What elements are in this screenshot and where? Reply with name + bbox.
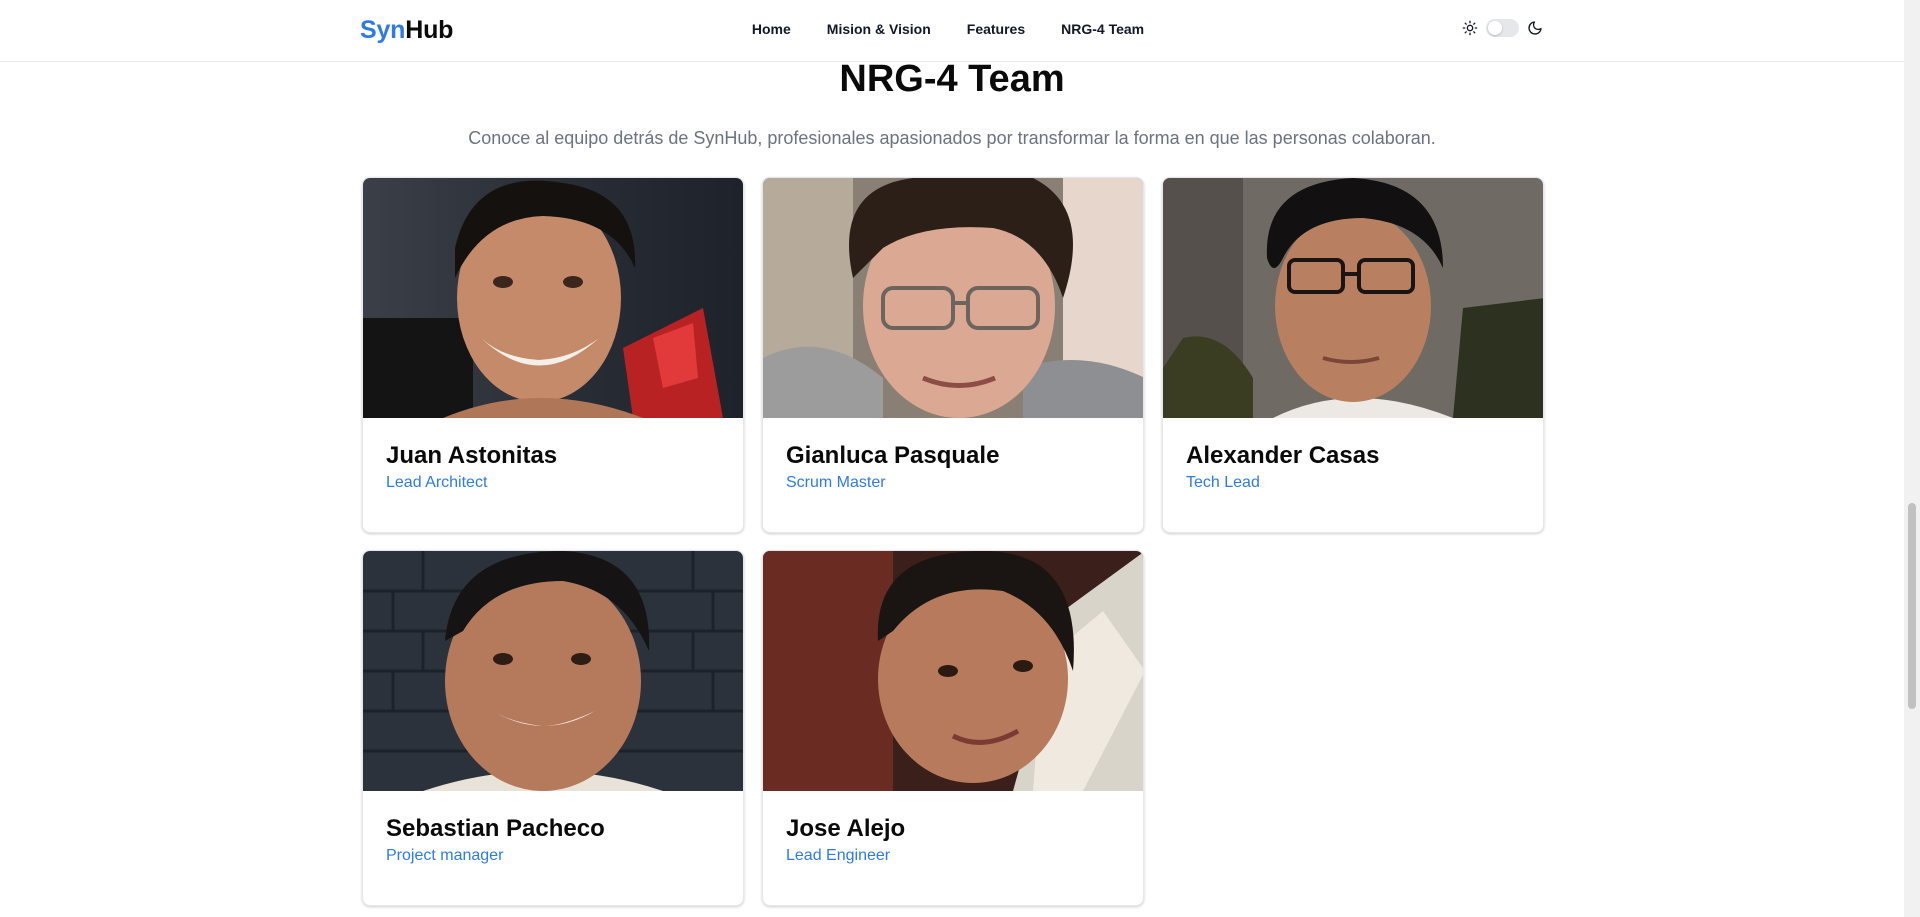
member-photo	[363, 178, 743, 418]
team-card[interactable]: Juan Astonitas Lead Architect	[362, 177, 744, 533]
member-photo	[763, 178, 1143, 418]
moon-icon	[1527, 20, 1543, 36]
member-name: Jose Alejo	[786, 815, 906, 842]
team-card[interactable]: Alexander Casas Tech Lead	[1162, 177, 1544, 533]
section-subtitle: Conoce al equipo detrás de SynHub, profe…	[468, 128, 1436, 148]
member-name: Gianluca Pasquale	[786, 442, 1000, 469]
section-title: NRG-4 Team	[839, 58, 1065, 100]
team-card[interactable]: Sebastian Pacheco Project manager	[362, 550, 744, 906]
member-role: Tech Lead	[1186, 474, 1260, 491]
sun-icon	[1462, 20, 1478, 36]
nav-home[interactable]: Home	[752, 21, 791, 37]
team-card[interactable]: Jose Alejo Lead Engineer	[762, 550, 1144, 906]
nav-nrg4-team[interactable]: NRG-4 Team	[1061, 21, 1144, 37]
switch-knob	[1488, 21, 1502, 35]
card-body: Juan Astonitas Lead Architect	[363, 418, 743, 492]
nav-features[interactable]: Features	[967, 21, 1025, 37]
member-role: Lead Engineer	[786, 847, 891, 864]
member-role: Project manager	[386, 847, 504, 864]
member-photo	[1163, 178, 1543, 418]
member-name: Juan Astonitas	[386, 442, 558, 469]
member-photo	[763, 551, 1143, 791]
card-body: Jose Alejo Lead Engineer	[763, 791, 1143, 865]
card-body: Gianluca Pasquale Scrum Master	[763, 418, 1143, 492]
card-body: Alexander Casas Tech Lead	[1163, 418, 1543, 492]
nav-mission-vision[interactable]: Mision & Vision	[827, 21, 931, 37]
dark-mode-switch[interactable]	[1486, 19, 1519, 37]
scrollbar-thumb[interactable]	[1908, 503, 1916, 709]
nav-links: Home Mision & Vision Features NRG-4 Team	[0, 21, 1904, 37]
member-name: Sebastian Pacheco	[386, 815, 605, 842]
team-card[interactable]: Gianluca Pasquale Scrum Master	[762, 177, 1144, 533]
navbar: SynHub Home Mision & Vision Features NRG…	[0, 0, 1904, 62]
page-scrollbar[interactable]	[1904, 0, 1920, 917]
card-body: Sebastian Pacheco Project manager	[363, 791, 743, 865]
team-grid: Juan Astonitas Lead Architect Gianluca P…	[362, 177, 1544, 906]
member-photo	[363, 551, 743, 791]
theme-toggle	[1462, 19, 1543, 37]
member-role: Scrum Master	[786, 474, 886, 491]
member-role: Lead Architect	[386, 474, 488, 491]
member-name: Alexander Casas	[1186, 442, 1380, 469]
